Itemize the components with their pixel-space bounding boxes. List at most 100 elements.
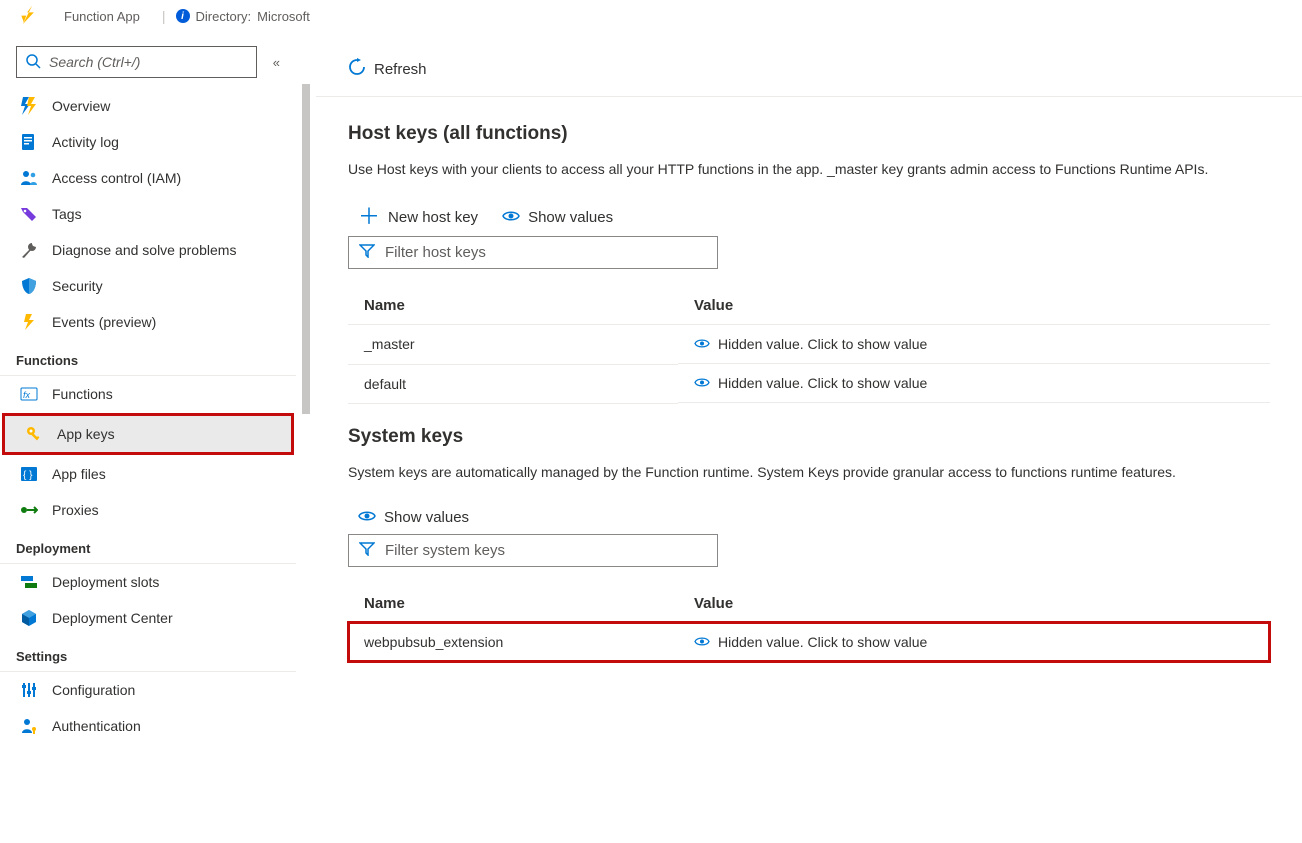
proxy-icon <box>20 501 38 519</box>
sidebar-item-label: App keys <box>57 426 115 442</box>
svg-text:fx: fx <box>23 390 31 400</box>
host-keys-title: Host keys (all functions) <box>348 123 1270 145</box>
host-keys-col-name[interactable]: Name <box>348 287 678 325</box>
main-content: Refresh Host keys (all functions) Use Ho… <box>316 42 1302 843</box>
slots-icon <box>20 573 38 591</box>
table-row[interactable]: _master Hidden value. Click to show valu… <box>348 325 1270 365</box>
host-keys-col-value[interactable]: Value <box>678 287 1270 325</box>
info-icon: i <box>176 9 190 23</box>
host-keys-filter[interactable] <box>348 236 718 269</box>
directory-indicator[interactable]: i Directory: Microsoft <box>176 9 310 24</box>
sidebar-item-proxies[interactable]: Proxies <box>0 492 296 528</box>
hidden-value-text: Hidden value. Click to show value <box>718 336 927 352</box>
key-value-cell[interactable]: Hidden value. Click to show value <box>678 364 1270 403</box>
filter-icon <box>359 244 375 261</box>
new-host-key-label: New host key <box>388 209 478 226</box>
sidebar-item-security[interactable]: Security <box>0 268 296 304</box>
system-show-values-label: Show values <box>384 509 469 526</box>
new-host-key-button[interactable]: ＋ New host key <box>358 206 478 228</box>
sidebar-item-label: Overview <box>52 98 110 114</box>
key-icon <box>25 425 43 443</box>
sidebar-item-events[interactable]: Events (preview) <box>0 304 296 340</box>
sidebar-scrollbar-thumb[interactable] <box>302 84 310 414</box>
resource-type-label: Function App <box>64 9 140 24</box>
sidebar-item-label: Access control (IAM) <box>52 170 181 186</box>
sidebar-item-activity-log[interactable]: Activity log <box>0 124 296 160</box>
lightning-double-icon <box>20 97 38 115</box>
system-keys-title: System keys <box>348 426 1270 448</box>
host-keys-filter-input[interactable] <box>385 244 707 261</box>
toolbar: Refresh <box>316 42 1302 97</box>
host-keys-table: Name Value _master Hidden value. Click t… <box>348 287 1270 404</box>
sidebar-search[interactable] <box>16 46 257 78</box>
system-keys-desc: System keys are automatically managed by… <box>348 462 1270 483</box>
table-row[interactable]: webpubsub_extension Hidden value. Click … <box>348 622 1270 662</box>
lightning-icon <box>20 313 38 331</box>
host-keys-desc: Use Host keys with your clients to acces… <box>348 159 1270 180</box>
filter-icon <box>359 542 375 559</box>
host-show-values-label: Show values <box>528 209 613 226</box>
table-row[interactable]: default Hidden value. Click to show valu… <box>348 364 1270 403</box>
tag-icon <box>20 205 38 223</box>
hidden-value-text: Hidden value. Click to show value <box>718 634 927 650</box>
sidebar-item-configuration[interactable]: Configuration <box>0 672 296 708</box>
sidebar-item-access-control[interactable]: Access control (IAM) <box>0 160 296 196</box>
shield-icon <box>20 277 38 295</box>
host-show-values-button[interactable]: Show values <box>502 209 613 226</box>
collapse-sidebar-button[interactable]: « <box>273 55 280 70</box>
svg-text:{ }: { } <box>23 470 33 481</box>
cube-icon <box>20 609 38 627</box>
eye-icon <box>694 336 710 352</box>
sidebar-item-label: Activity log <box>52 134 119 150</box>
eye-icon <box>358 509 376 526</box>
fx-icon: fx <box>20 385 38 403</box>
sidebar-item-label: Security <box>52 278 103 294</box>
wrench-icon <box>20 241 38 259</box>
sidebar-item-deployment-center[interactable]: Deployment Center <box>0 600 296 636</box>
sliders-icon <box>20 681 38 699</box>
header-separator: | <box>162 8 166 24</box>
sidebar-item-label: Deployment Center <box>52 610 173 626</box>
sidebar-item-tags[interactable]: Tags <box>0 196 296 232</box>
sidebar-item-label: Proxies <box>52 502 99 518</box>
key-value-cell[interactable]: Hidden value. Click to show value <box>678 623 1270 662</box>
key-name-cell: webpubsub_extension <box>348 622 678 662</box>
sidebar-item-authentication[interactable]: Authentication <box>0 708 296 744</box>
system-show-values-button[interactable]: Show values <box>358 509 469 526</box>
eye-icon <box>694 375 710 391</box>
refresh-button[interactable]: Refresh <box>348 58 427 80</box>
sidebar-item-label: Authentication <box>52 718 141 734</box>
sidebar-item-overview[interactable]: Overview <box>0 88 296 124</box>
person-key-icon <box>20 717 38 735</box>
refresh-label: Refresh <box>374 61 427 78</box>
plus-icon: ＋ <box>358 206 380 228</box>
refresh-icon <box>348 58 366 80</box>
system-keys-table: Name Value webpubsub_extension Hidden va… <box>348 585 1270 663</box>
hidden-value-text: Hidden value. Click to show value <box>718 375 927 391</box>
sidebar: « Overview Activity log Access control (… <box>0 42 296 843</box>
sidebar-group-functions: Functions <box>0 340 296 376</box>
braces-icon: { } <box>20 465 38 483</box>
system-keys-filter-input[interactable] <box>385 542 707 559</box>
sidebar-item-app-keys[interactable]: App keys <box>2 413 294 455</box>
sidebar-item-label: App files <box>52 466 106 482</box>
log-icon <box>20 133 38 151</box>
system-keys-col-name[interactable]: Name <box>348 585 678 623</box>
key-value-cell[interactable]: Hidden value. Click to show value <box>678 325 1270 364</box>
system-keys-filter[interactable] <box>348 534 718 567</box>
sidebar-item-app-files[interactable]: { } App files <box>0 456 296 492</box>
search-input[interactable] <box>49 54 248 70</box>
search-icon <box>25 53 41 72</box>
key-name-cell: default <box>348 364 678 403</box>
sidebar-item-label: Configuration <box>52 682 135 698</box>
eye-icon <box>694 634 710 650</box>
directory-label: Directory: <box>196 9 252 24</box>
sidebar-item-functions[interactable]: fx Functions <box>0 376 296 412</box>
sidebar-item-diagnose[interactable]: Diagnose and solve problems <box>0 232 296 268</box>
sidebar-item-deployment-slots[interactable]: Deployment slots <box>0 564 296 600</box>
system-keys-col-value[interactable]: Value <box>678 585 1270 623</box>
sidebar-item-label: Tags <box>52 206 82 222</box>
people-icon <box>20 169 38 187</box>
sidebar-item-label: Deployment slots <box>52 574 159 590</box>
sidebar-group-deployment: Deployment <box>0 528 296 564</box>
